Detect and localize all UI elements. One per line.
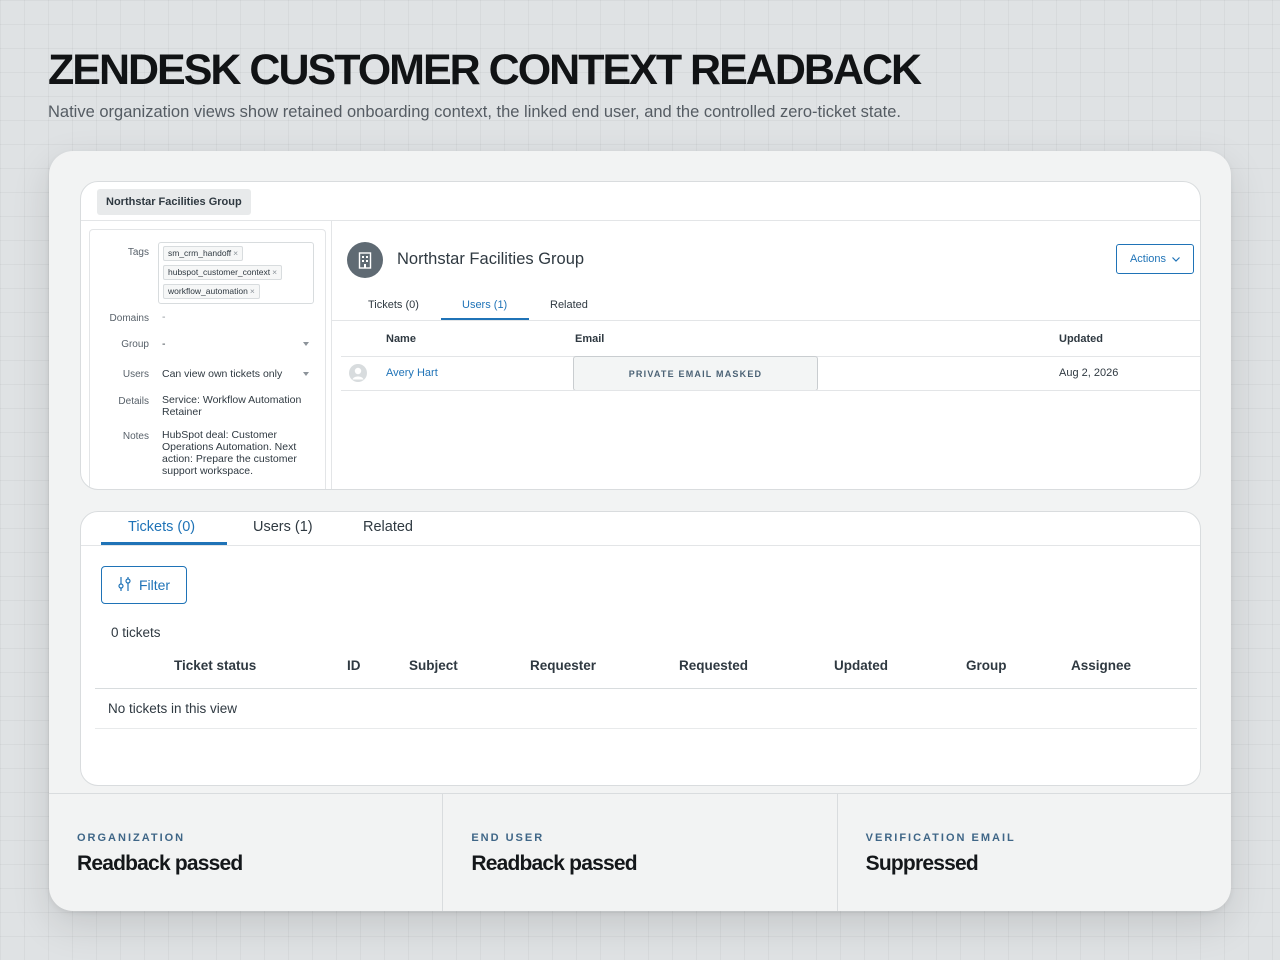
column-header-subject[interactable]: Subject [409,658,458,673]
notes-label: Notes [122,431,149,442]
status-cell-end-user: END USER Readback passed [443,794,838,911]
column-header-ticket-status[interactable]: Ticket status [174,658,256,673]
column-header-updated[interactable]: Updated [1059,333,1103,345]
chevron-down-icon[interactable] [303,342,309,346]
tabs-divider [81,545,1200,546]
user-name-link[interactable]: Avery Hart [386,367,438,379]
building-icon [347,242,383,278]
column-header-assignee[interactable]: Assignee [1071,658,1131,673]
tag-chip[interactable]: sm_crm_handoff × [163,246,244,261]
tag-chip-label: sm_crm_handoff [168,248,232,258]
status-value: Suppressed [865,852,979,875]
tab-related[interactable]: Related [550,299,588,311]
column-header-id[interactable]: ID [347,658,361,673]
ticket-count: 0 tickets [111,625,161,640]
avatar [349,364,367,382]
details-label: Details [118,396,149,407]
status-cell-organization: ORGANIZATION Readback passed [49,794,444,911]
group-label: Group [121,339,149,350]
tickets-view-panel: Tickets (0) Users (1) Related Filter 0 t… [80,511,1201,786]
column-header-requester[interactable]: Requester [530,658,596,673]
tag-chip-label: hubspot_customer_context [168,267,271,277]
domains-label: Domains [109,313,149,324]
notes-value[interactable]: HubSpot deal: Customer Operations Automa… [162,429,317,477]
tag-chip-label: workflow_automation [168,286,248,296]
tags-input[interactable]: sm_crm_handoff × hubspot_customer_context… [158,242,314,304]
column-header-name[interactable]: Name [386,333,416,345]
chevron-down-icon[interactable] [303,372,309,376]
status-label: ORGANIZATION [77,832,186,844]
domains-value[interactable]: - [162,311,166,323]
filter-button-label: Filter [138,577,171,593]
filter-button[interactable]: Filter [101,566,187,604]
status-label: END USER [471,832,545,844]
tab-tickets[interactable]: Tickets (0) [128,519,195,535]
actions-button[interactable]: Actions [1116,244,1194,274]
active-tab-indicator [101,542,227,545]
column-header-email[interactable]: Email [575,333,604,345]
tab-users[interactable]: Users (1) [462,299,507,311]
tag-chip[interactable]: workflow_automation × [163,284,260,299]
tag-chip[interactable]: hubspot_customer_context × [163,265,283,280]
org-tab-pill[interactable]: Northstar Facilities Group [97,189,251,215]
tab-users[interactable]: Users (1) [253,519,313,535]
actions-button-label: Actions [1129,253,1167,265]
org-name: Northstar Facilities Group [397,250,585,268]
page-title: ZENDESK CUSTOMER CONTEXT READBACK [48,46,922,94]
users-label: Users [122,369,149,380]
column-header-requested[interactable]: Requested [679,658,748,673]
users-select[interactable]: Can view own tickets only [162,368,282,380]
user-updated: Aug 2, 2026 [1059,367,1119,379]
status-value: Readback passed [471,852,637,875]
empty-state-text: No tickets in this view [108,701,238,716]
column-header-group[interactable]: Group [966,658,1007,673]
active-tab-indicator [441,318,529,320]
status-strip: ORGANIZATION Readback passed END USER Re… [49,793,1231,911]
page-subtitle: Native organization views show retained … [48,103,902,121]
sliders-icon [118,576,132,595]
status-value: Readback passed [77,852,243,875]
details-value[interactable]: Service: Workflow Automation Retainer [162,394,317,418]
org-tab-bar: Northstar Facilities Group [81,182,1200,221]
table-row-divider [95,728,1197,729]
chevron-down-icon [1172,253,1180,265]
group-select[interactable]: - [162,338,166,350]
tags-label: Tags [127,247,149,258]
tab-tickets[interactable]: Tickets (0) [368,299,419,311]
readback-card: Northstar Facilities Group Tags sm_crm_h… [49,151,1231,911]
status-cell-verification-email: VERIFICATION EMAIL Suppressed [838,794,1231,911]
column-header-updated[interactable]: Updated [834,658,888,673]
masked-email-badge: PRIVATE EMAIL MASKED [573,356,818,391]
org-properties-sidebar: Tags sm_crm_handoff × hubspot_customer_co… [89,229,326,489]
close-icon[interactable]: × [272,267,277,277]
status-label: VERIFICATION EMAIL [865,832,1016,844]
tab-related[interactable]: Related [363,519,413,535]
close-icon[interactable]: × [233,248,238,258]
close-icon[interactable]: × [250,286,255,296]
table-header-divider [95,688,1197,689]
organization-view-panel: Northstar Facilities Group Tags sm_crm_h… [80,181,1201,490]
panel-divider [331,221,332,489]
table-row-divider [341,390,1200,391]
tabs-divider [332,320,1200,321]
